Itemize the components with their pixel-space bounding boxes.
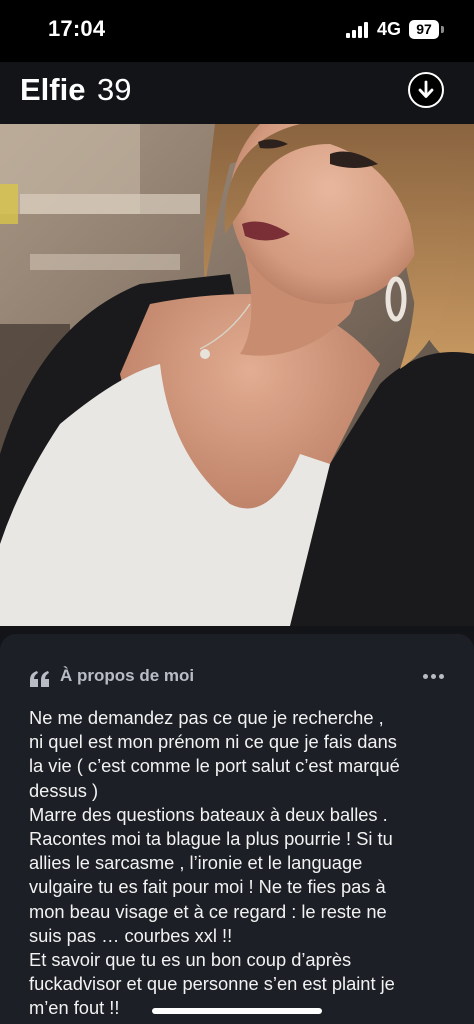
status-time: 17:04 — [48, 16, 106, 41]
profile-header: Elfie 39 — [0, 62, 474, 124]
about-card: À propos de moi Ne me demandez pas ce qu… — [0, 634, 474, 1024]
status-bar: 17:04 4G 97 — [0, 0, 474, 62]
profile-name: Elfie — [20, 72, 86, 107]
bio-text: Ne me demandez pas ce que je recherche ,… — [29, 707, 400, 1019]
profile-screen: 17:04 4G 97 Elfie 39 À propos de moi Ne … — [0, 0, 474, 1024]
network-type: 4G — [377, 19, 402, 39]
battery-icon: 97 — [409, 20, 439, 39]
battery-tip — [441, 26, 444, 33]
profile-photo[interactable] — [0, 124, 474, 626]
profile-age: 39 — [97, 72, 132, 107]
home-indicator[interactable] — [152, 1008, 322, 1014]
about-title: À propos de moi — [60, 666, 195, 685]
cellular-signal-icon — [346, 22, 372, 38]
arrow-down-circle-icon[interactable] — [408, 72, 444, 108]
quote-icon — [30, 671, 49, 687]
more-horizontal-icon[interactable] — [423, 674, 445, 680]
